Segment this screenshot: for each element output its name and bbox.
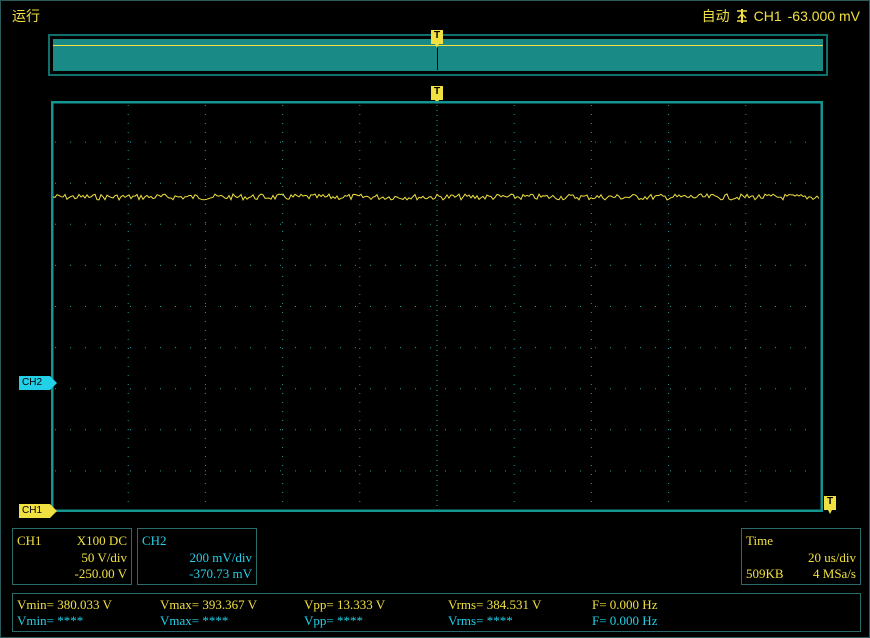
measurements-panel: Vmin= 380.033 V Vmax= 393.367 V Vpp= 13.… [12,593,861,632]
trigger-position-marker[interactable]: T [431,86,443,104]
trigger-mode: 自动 [701,9,730,25]
ch2-vrms: Vrms= **** [448,613,513,628]
ch2-vpp: Vpp= **** [304,613,363,628]
overview-trigger-marker[interactable]: T [431,30,443,48]
trigger-rising-edge-icon [736,9,747,23]
ch1-label: CH1 [17,533,42,548]
ch1-frequency: F= 0.000 Hz [592,597,658,612]
waveform-display[interactable] [51,101,823,512]
run-state: 运行 [12,9,40,25]
ch1-scale: 50 V/div [81,550,127,565]
trigger-level: -63.000 mV [787,8,860,24]
ch2-offset-marker[interactable]: CH2 [19,376,57,390]
ch2-settings-panel[interactable]: CH2 200 mV/div -370.73 mV [137,528,257,585]
ch1-probe-coupling: X100 DC [76,533,127,548]
trigger-status: 自动 CH1 -63.000 mV [702,6,860,26]
ch2-scale: 200 mV/div [189,550,252,565]
graticule-border [51,101,823,512]
timebase-panel[interactable]: Time 20 us/div 509KB 4 MSa/s [741,528,861,585]
ch1-offset: -250.00 V [74,566,127,581]
ch2-label: CH2 [142,533,167,548]
ch2-vmax: Vmax= **** [160,613,229,628]
ch1-vpp: Vpp= 13.333 V [304,597,386,612]
ch1-vrms: Vrms= 384.531 V [448,597,542,612]
ch1-waveform-trace [52,193,820,202]
ch1-vmin: Vmin= 380.033 V [17,597,112,612]
trigger-level-marker[interactable]: T [824,496,836,514]
ch1-vmax: Vmax= 393.367 V [160,597,258,612]
sample-rate: 4 MSa/s [813,566,856,581]
memory-depth: 509KB [746,566,784,581]
time-title: Time [746,533,773,548]
trigger-source: CH1 [753,8,782,24]
ch2-vmin: Vmin= **** [17,613,84,628]
ch2-frequency: F= 0.000 Hz [592,613,658,628]
ch2-offset: -370.73 mV [189,566,252,581]
ch1-settings-panel[interactable]: CH1 X100 DC 50 V/div -250.00 V [12,528,132,585]
time-scale: 20 us/div [807,550,856,565]
ch1-offset-marker[interactable]: CH1 [19,504,57,518]
